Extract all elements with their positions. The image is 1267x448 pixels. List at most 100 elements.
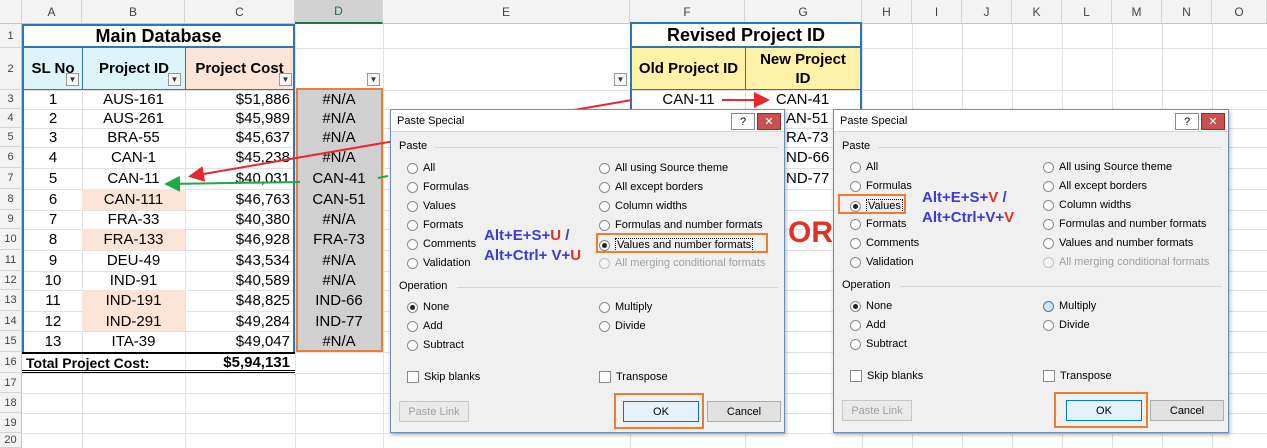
radio-label: Values	[423, 200, 456, 212]
radio-all[interactable]: All	[850, 161, 878, 173]
highlight-values-and-number-formats	[596, 233, 768, 253]
radio-label: All using Source theme	[615, 162, 729, 174]
radio-label: None	[423, 301, 450, 313]
radio-op-add[interactable]: Add	[407, 320, 443, 332]
paste-special-dialog-2[interactable]: Paste Special ? ✕ Paste All Formulas Val…	[833, 109, 1229, 433]
radio-formulas-and-number-formats[interactable]: Formulas and number formats	[599, 219, 762, 231]
help-icon[interactable]: ?	[731, 113, 755, 130]
radio-values-and-number-formats[interactable]: Values and number formats	[1043, 237, 1193, 249]
radio-label: Formulas	[866, 180, 912, 192]
divider	[435, 147, 778, 148]
shortcut-line: Alt+Ctrl+V+V	[922, 208, 1014, 228]
radio-label: Formulas and number formats	[1059, 218, 1207, 230]
radio-comments[interactable]: Comments	[407, 238, 476, 250]
shortcut-key: U	[570, 247, 582, 264]
cancel-button[interactable]: Cancel	[1150, 400, 1224, 421]
checkbox-transpose[interactable]: Transpose	[1043, 370, 1112, 382]
paste-link-button[interactable]: Paste Link	[399, 401, 469, 422]
radio-label: Formats	[423, 219, 464, 231]
paste-special-dialog-1[interactable]: Paste Special ? ✕ Paste All Formulas Val…	[390, 109, 785, 433]
radio-label: Column widths	[1059, 199, 1132, 211]
radio-op-subtract[interactable]: Subtract	[407, 339, 464, 351]
cell-new-project-id[interactable]: AN-51	[786, 109, 834, 128]
radio-formulas[interactable]: Formulas	[407, 181, 469, 193]
cell-new-project-id[interactable]: ND-66	[786, 147, 834, 168]
radio-label: All merging conditional formats	[1059, 256, 1210, 268]
radio-op-multiply[interactable]: Multiply	[1043, 300, 1096, 312]
radio-column-widths[interactable]: Column widths	[1043, 199, 1131, 211]
or-label: OR	[788, 216, 833, 249]
cell-new-project-id[interactable]: ND-77	[786, 168, 834, 189]
radio-formats[interactable]: Formats	[407, 219, 463, 231]
radio-validation[interactable]: Validation	[850, 256, 914, 268]
close-icon[interactable]: ✕	[1201, 113, 1225, 130]
radio-op-subtract[interactable]: Subtract	[850, 338, 907, 350]
radio-label: Multiply	[615, 301, 653, 313]
radio-op-divide[interactable]: Divide	[1043, 319, 1090, 331]
checkbox-skip-blanks[interactable]: Skip blanks	[407, 371, 480, 383]
divider	[878, 147, 1222, 148]
radio-formats[interactable]: Formats	[850, 218, 906, 230]
radio-label: Formulas	[423, 181, 469, 193]
checkbox-label: Transpose	[1060, 370, 1112, 382]
radio-label: Values and number formats	[1059, 237, 1194, 249]
green-arrow-result	[164, 175, 301, 192]
radio-label: Comments	[423, 238, 477, 250]
radio-label: Subtract	[423, 339, 464, 351]
shortcut-annotation-1: Alt+E+S+U / Alt+Ctrl+ V+U	[484, 226, 581, 266]
radio-all-merging-conditional-formats: All merging conditional formats	[599, 257, 765, 269]
radio-label: All merging conditional formats	[615, 257, 766, 269]
shortcut-text: /	[561, 227, 570, 244]
paste-section-label: Paste	[842, 140, 871, 152]
paste-link-button[interactable]: Paste Link	[842, 400, 912, 421]
shortcut-line: Alt+Ctrl+ V+U	[484, 246, 581, 266]
cell-new-project-id[interactable]: RA-73	[786, 128, 834, 147]
radio-validation[interactable]: Validation	[407, 257, 471, 269]
green-arrow-tail	[377, 175, 389, 179]
shortcut-annotation-2: Alt+E+S+V / Alt+Ctrl+V+V	[922, 188, 1014, 228]
shortcut-text: Alt+E+S+	[922, 189, 989, 206]
shortcut-text: /	[998, 189, 1007, 206]
radio-all-except-borders[interactable]: All except borders	[1043, 180, 1147, 192]
radio-op-add[interactable]: Add	[850, 319, 886, 331]
checkbox-label: Transpose	[616, 371, 668, 383]
dialog-title-bar[interactable]: Paste Special ? ✕	[391, 110, 784, 132]
radio-op-none[interactable]: None	[850, 300, 892, 312]
shortcut-key: U	[550, 227, 562, 244]
checkbox-label: Skip blanks	[424, 371, 481, 383]
radio-label: Column widths	[615, 200, 688, 212]
radio-label: Add	[866, 319, 886, 331]
cancel-button[interactable]: Cancel	[707, 401, 781, 422]
radio-all-using-source-theme[interactable]: All using Source theme	[599, 162, 728, 174]
checkbox-skip-blanks[interactable]: Skip blanks	[850, 370, 923, 382]
radio-label: Validation	[866, 256, 914, 268]
close-icon[interactable]: ✕	[757, 113, 781, 130]
radio-label: Divide	[1059, 319, 1090, 331]
radio-label: All	[866, 161, 879, 173]
radio-label: All using Source theme	[1059, 161, 1173, 173]
radio-op-divide[interactable]: Divide	[599, 320, 646, 332]
radio-label: Add	[423, 320, 443, 332]
radio-all-using-source-theme[interactable]: All using Source theme	[1043, 161, 1172, 173]
dialog-title-bar[interactable]: Paste Special ? ✕	[834, 110, 1228, 132]
radio-formulas-and-number-formats[interactable]: Formulas and number formats	[1043, 218, 1206, 230]
divider	[900, 286, 1222, 287]
shortcut-text: Alt+Ctrl+ V+	[484, 247, 571, 264]
checkbox-label: Skip blanks	[867, 370, 924, 382]
radio-column-widths[interactable]: Column widths	[599, 200, 687, 212]
radio-all-merging-conditional-formats: All merging conditional formats	[1043, 256, 1209, 268]
radio-op-multiply[interactable]: Multiply	[599, 301, 652, 313]
radio-comments[interactable]: Comments	[850, 237, 919, 249]
checkbox-transpose[interactable]: Transpose	[599, 371, 668, 383]
radio-values[interactable]: Values	[407, 200, 456, 212]
dialog-title: Paste Special	[840, 114, 908, 127]
radio-formulas[interactable]: Formulas	[850, 180, 912, 192]
radio-label: All except borders	[1059, 180, 1148, 192]
radio-all-except-borders[interactable]: All except borders	[599, 181, 703, 193]
radio-all[interactable]: All	[407, 162, 435, 174]
help-icon[interactable]: ?	[1175, 113, 1199, 130]
radio-label: None	[866, 300, 893, 312]
radio-op-none[interactable]: None	[407, 301, 449, 313]
operation-section-label: Operation	[842, 279, 891, 291]
radio-label: Multiply	[1059, 300, 1097, 312]
